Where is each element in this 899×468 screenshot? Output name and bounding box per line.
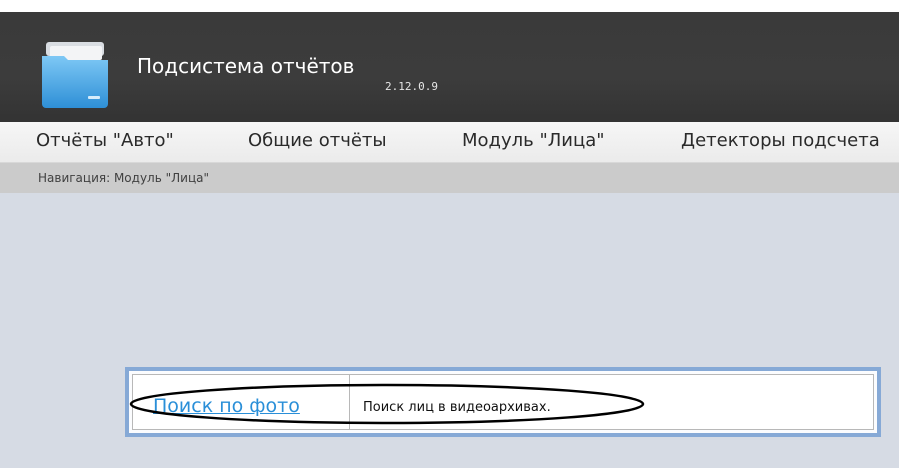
app-title: Подсистема отчётов (137, 54, 355, 78)
app-version: 2.12.0.9 (385, 80, 438, 93)
breadcrumb: Навигация: Модуль "Лица" (38, 171, 209, 185)
main-menu: Отчёты "Авто" Общие отчёты Модуль "Лица"… (0, 122, 899, 163)
menu-item-faces-module[interactable]: Модуль "Лица" (462, 130, 605, 151)
menu-item-general-reports[interactable]: Общие отчёты (248, 130, 387, 151)
highlight-ellipse (129, 383, 645, 425)
breadcrumb-bar: Навигация: Модуль "Лица" (0, 163, 899, 193)
app-header: Подсистема отчётов 2.12.0.9 (0, 12, 899, 122)
menu-item-auto-reports[interactable]: Отчёты "Авто" (36, 130, 174, 151)
menu-item-counting-detectors[interactable]: Детекторы подсчета (681, 130, 880, 151)
folder-icon (42, 42, 108, 108)
